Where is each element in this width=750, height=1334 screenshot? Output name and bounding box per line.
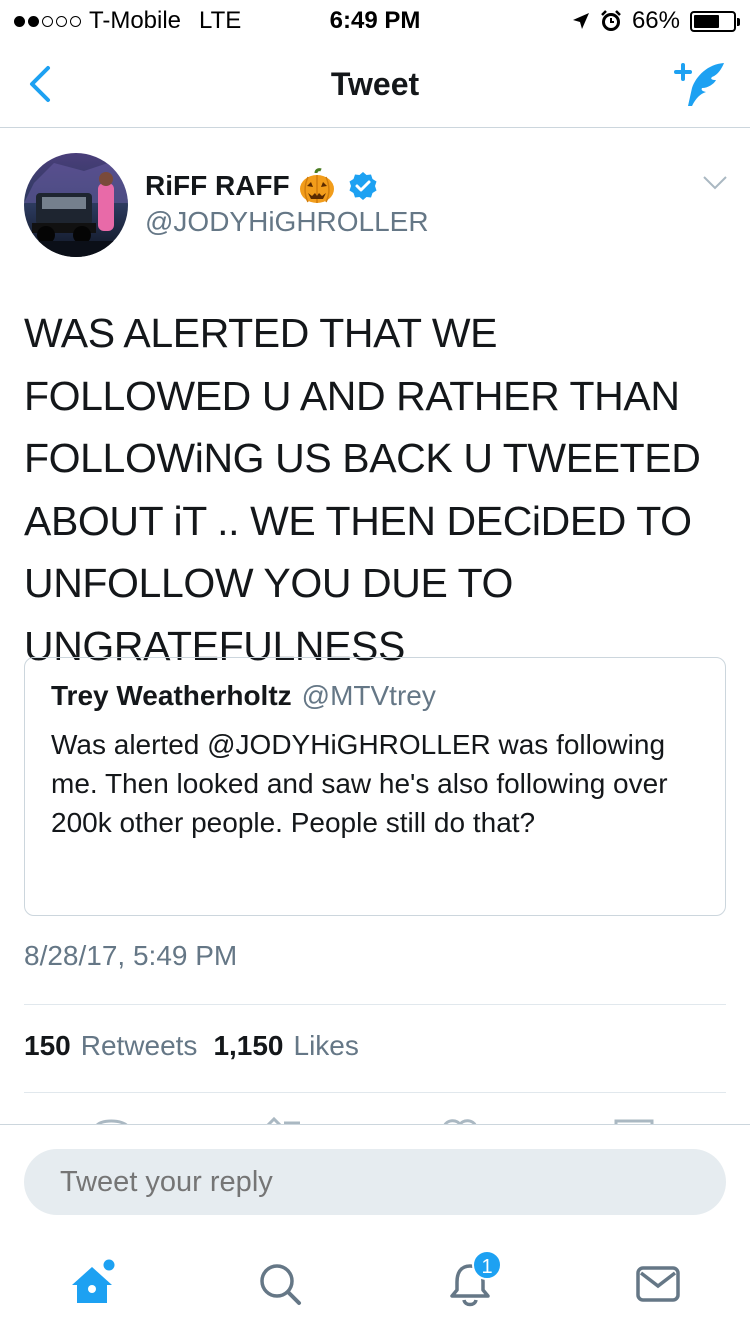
- tweet-stats: 150 Retweets 1,150 Likes: [24, 1030, 359, 1062]
- verified-badge-icon: [349, 172, 377, 200]
- quoted-tweet[interactable]: Trey Weatherholtz @MTVtrey Was alerted @…: [24, 657, 726, 916]
- retweets-stat[interactable]: 150 Retweets: [24, 1030, 197, 1062]
- battery-percent: 66%: [631, 7, 680, 34]
- likes-stat[interactable]: 1,150 Likes: [213, 1030, 358, 1062]
- reply-bar: [0, 1124, 750, 1234]
- divider: [24, 1004, 726, 1005]
- author-handle[interactable]: @JODYHiGHROLLER: [145, 206, 429, 238]
- retweets-count: 150: [24, 1030, 71, 1061]
- likes-label: Likes: [293, 1030, 359, 1061]
- tab-search[interactable]: [250, 1254, 310, 1314]
- tab-notifications[interactable]: 1: [440, 1250, 502, 1314]
- quoted-tweet-text: Was alerted @JODYHiGHROLLER was followin…: [51, 729, 668, 838]
- quoted-tweet-header: Trey Weatherholtz @MTVtrey: [51, 680, 436, 712]
- page-title: Tweet: [330, 66, 420, 102]
- tab-bar: 1: [0, 1234, 750, 1334]
- nav-bar: Tweet: [0, 40, 750, 128]
- location-arrow-icon: [572, 13, 589, 29]
- compose-tweet-button[interactable]: [672, 58, 728, 112]
- reply-input[interactable]: [24, 1149, 726, 1215]
- notification-badge: 1: [472, 1250, 502, 1280]
- compose-tweet-icon: [674, 63, 724, 106]
- author-name-line[interactable]: RiFF RAFF: [145, 168, 378, 204]
- search-icon: [260, 1264, 301, 1305]
- quoted-author-handle: @MTVtrey: [301, 680, 436, 711]
- chevron-down-icon[interactable]: [702, 175, 728, 191]
- likes-count: 1,150: [213, 1030, 284, 1061]
- home-icon: [72, 1259, 115, 1303]
- tweet-text: WAS ALERTED THAT WE FOLLOWED U AND RATHE…: [24, 310, 701, 669]
- alarm-icon: [601, 10, 621, 31]
- pumpkin-emoji-icon: [299, 168, 334, 203]
- author-name[interactable]: RiFF RAFF: [145, 170, 290, 202]
- tweet-timestamp: 8/28/17, 5:49 PM: [24, 940, 238, 971]
- status-bar: T-Mobile LTE 6:49 PM 66%: [0, 0, 750, 40]
- retweets-label: Retweets: [80, 1030, 198, 1061]
- quoted-author-name: Trey Weatherholtz: [51, 680, 292, 711]
- divider: [24, 1092, 726, 1093]
- avatar[interactable]: [24, 153, 128, 257]
- status-right: 66%: [572, 7, 740, 35]
- battery-icon: [690, 10, 740, 32]
- tab-messages[interactable]: [628, 1254, 688, 1314]
- messages-icon: [636, 1266, 680, 1302]
- tab-home[interactable]: [62, 1254, 122, 1314]
